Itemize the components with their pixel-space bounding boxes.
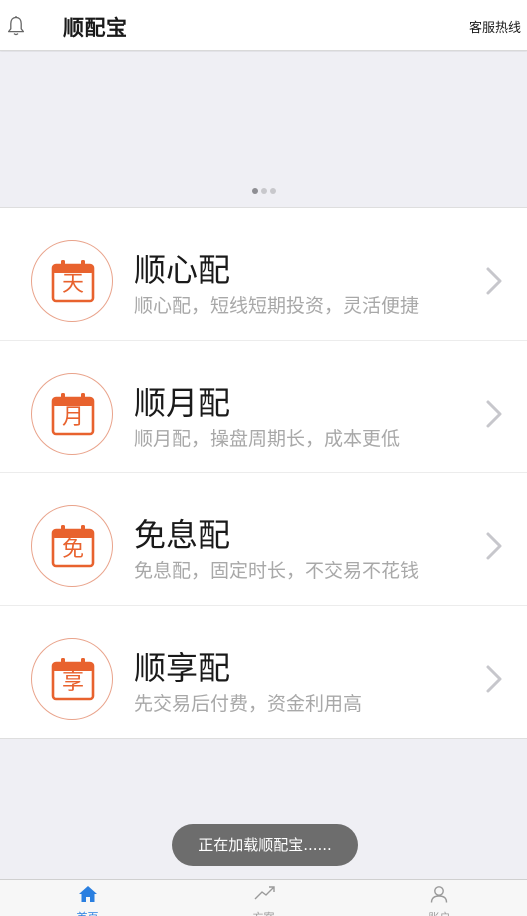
product-item-shunxiangpei[interactable]: 享 顺享配 先交易后付费，资金利用高	[0, 606, 527, 739]
product-desc: 顺心配，短线短期投资，灵活便捷	[134, 295, 420, 317]
product-name: 免息配	[134, 516, 231, 554]
product-desc: 顺月配，操盘周期长，成本更低	[134, 427, 401, 450]
tab-account[interactable]: 账户	[352, 880, 527, 916]
product-item-shunxinpei[interactable]: 天 顺心配 顺心配，短线短期投资，灵活便捷	[0, 208, 527, 341]
chevron-right-icon	[486, 532, 502, 560]
tab-label: 首页	[0, 909, 175, 916]
product-icon-circle: 享	[31, 637, 113, 720]
calendar-char: 享	[61, 669, 84, 695]
service-hotline-link[interactable]: 客服热线	[469, 17, 521, 36]
product-item-mianxipei[interactable]: 免 免息配 免息配，固定时长，不交易不花钱	[0, 473, 527, 606]
product-icon-circle: 天	[31, 240, 113, 322]
product-name: 顺心配	[134, 251, 231, 289]
calendar-icon: 免	[51, 524, 95, 568]
calendar-char: 天	[61, 272, 84, 297]
loading-toast: 正在加载顺配宝......	[172, 824, 358, 866]
tab-label: 账户	[352, 909, 527, 916]
calendar-char: 免	[61, 537, 84, 562]
app-header: 顺配宝 客服热线	[0, 0, 527, 51]
page-title: 顺配宝	[63, 16, 128, 40]
bottom-tab-bar: 首页 方案 账户	[0, 879, 527, 916]
carousel-indicator	[0, 188, 527, 194]
tab-label: 方案	[176, 909, 351, 916]
chevron-right-icon	[486, 400, 502, 427]
product-item-shunyuepei[interactable]: 月 顺月配 顺月配，操盘周期长，成本更低	[0, 341, 527, 473]
chevron-right-icon	[486, 267, 502, 295]
trend-icon	[254, 886, 275, 900]
home-icon	[79, 886, 97, 902]
product-desc: 免息配，固定时长，不交易不花钱	[134, 560, 420, 582]
calendar-icon: 天	[51, 259, 95, 303]
product-desc: 先交易后付费，资金利用高	[134, 692, 363, 715]
banner-carousel[interactable]	[0, 52, 527, 206]
tab-home[interactable]: 首页	[0, 880, 175, 916]
calendar-icon: 月	[51, 392, 95, 436]
carousel-dot[interactable]	[251, 188, 258, 194]
carousel-dot[interactable]	[269, 188, 276, 194]
tab-plan[interactable]: 方案	[176, 880, 351, 916]
user-icon	[430, 886, 448, 903]
product-name: 顺享配	[134, 648, 231, 687]
calendar-char: 月	[61, 404, 84, 430]
chevron-right-icon	[486, 665, 502, 692]
product-list: 天 顺心配 顺心配，短线短期投资，灵活便捷 月 顺月配 顺月配，操盘周期长，成本…	[0, 207, 527, 739]
bell-icon[interactable]	[6, 15, 26, 37]
carousel-dot[interactable]	[260, 188, 267, 194]
calendar-icon: 享	[51, 657, 95, 701]
product-icon-circle: 月	[31, 372, 113, 455]
product-name: 顺月配	[134, 383, 231, 422]
product-icon-circle: 免	[31, 505, 113, 587]
